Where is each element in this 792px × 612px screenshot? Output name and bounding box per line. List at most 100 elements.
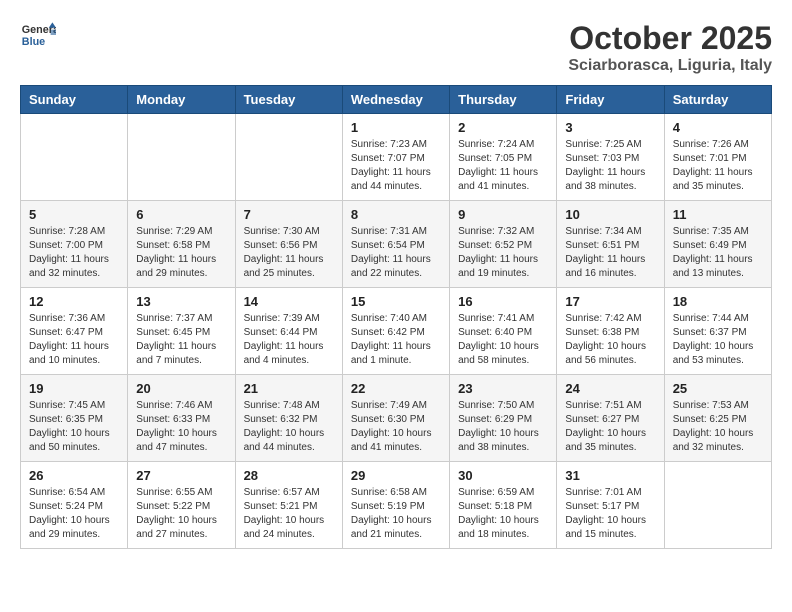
- calendar-cell: 23 Sunrise: 7:50 AM Sunset: 6:29 PM Dayli…: [450, 375, 557, 462]
- weekday-header-tuesday: Tuesday: [235, 86, 342, 114]
- calendar-cell: 4Sunrise: 7:26 AM Sunset: 7:01 PM Daylig…: [664, 114, 771, 201]
- day-number: 22: [351, 381, 441, 396]
- calendar-cell: 10Sunrise: 7:34 AM Sunset: 6:51 PM Dayli…: [557, 201, 664, 288]
- day-info: Sunrise: 6:54 AM Sunset: 5:24 PM Dayligh…: [29, 486, 119, 542]
- day-info: Sunrise: 7:48 AM Sunset: 6:32 PM Dayligh…: [244, 399, 334, 455]
- day-info: Sunrise: 7:39 AM Sunset: 6:44 PM Dayligh…: [244, 312, 334, 368]
- calendar-cell: 3Sunrise: 7:25 AM Sunset: 7:03 PM Daylig…: [557, 114, 664, 201]
- day-info: Sunrise: 7:23 AM Sunset: 7:07 PM Dayligh…: [351, 138, 441, 194]
- calendar-cell: 28 Sunrise: 6:57 AM Sunset: 5:21 PM Dayli…: [235, 462, 342, 549]
- calendar-cell: [128, 114, 235, 201]
- day-info: Sunrise: 7:37 AM Sunset: 6:45 PM Dayligh…: [136, 312, 226, 368]
- day-number: 2: [458, 120, 548, 135]
- day-info: Sunrise: 7:42 AM Sunset: 6:38 PM Dayligh…: [565, 312, 655, 368]
- calendar-table: SundayMondayTuesdayWednesdayThursdayFrid…: [20, 85, 772, 549]
- calendar-cell: [235, 114, 342, 201]
- day-info: Sunrise: 6:58 AM Sunset: 5:19 PM Dayligh…: [351, 486, 441, 542]
- day-number: 11: [673, 207, 763, 222]
- day-info: Sunrise: 7:50 AM Sunset: 6:29 PM Dayligh…: [458, 399, 548, 455]
- weekday-header-thursday: Thursday: [450, 86, 557, 114]
- day-number: 24: [565, 381, 655, 396]
- day-number: 16: [458, 294, 548, 309]
- day-info: Sunrise: 7:24 AM Sunset: 7:05 PM Dayligh…: [458, 138, 548, 194]
- day-number: 26: [29, 468, 119, 483]
- calendar-cell: 9 Sunrise: 7:32 AM Sunset: 6:52 PM Daylig…: [450, 201, 557, 288]
- calendar-cell: 16Sunrise: 7:41 AM Sunset: 6:40 PM Dayli…: [450, 288, 557, 375]
- day-number: 4: [673, 120, 763, 135]
- calendar-cell: 27 Sunrise: 6:55 AM Sunset: 5:22 PM Dayli…: [128, 462, 235, 549]
- day-info: Sunrise: 7:49 AM Sunset: 6:30 PM Dayligh…: [351, 399, 441, 455]
- day-info: Sunrise: 7:35 AM Sunset: 6:49 PM Dayligh…: [673, 225, 763, 281]
- weekday-header-saturday: Saturday: [664, 86, 771, 114]
- calendar-cell: 11 Sunrise: 7:35 AM Sunset: 6:49 PM Dayli…: [664, 201, 771, 288]
- location-subtitle: Sciarborasca, Liguria, Italy: [568, 57, 772, 75]
- calendar-cell: [664, 462, 771, 549]
- calendar-week-1: 1 Sunrise: 7:23 AM Sunset: 7:07 PM Daylig…: [21, 114, 772, 201]
- month-title: October 2025: [568, 20, 772, 57]
- day-number: 1: [351, 120, 441, 135]
- logo: General Blue: [20, 20, 56, 50]
- day-info: Sunrise: 6:55 AM Sunset: 5:22 PM Dayligh…: [136, 486, 226, 542]
- calendar-week-4: 19 Sunrise: 7:45 AM Sunset: 6:35 PM Dayli…: [21, 375, 772, 462]
- day-info: Sunrise: 7:45 AM Sunset: 6:35 PM Dayligh…: [29, 399, 119, 455]
- day-number: 28: [244, 468, 334, 483]
- day-info: Sunrise: 7:31 AM Sunset: 6:54 PM Dayligh…: [351, 225, 441, 281]
- day-info: Sunrise: 7:29 AM Sunset: 6:58 PM Dayligh…: [136, 225, 226, 281]
- calendar-cell: 1 Sunrise: 7:23 AM Sunset: 7:07 PM Daylig…: [342, 114, 449, 201]
- day-info: Sunrise: 7:28 AM Sunset: 7:00 PM Dayligh…: [29, 225, 119, 281]
- day-number: 31: [565, 468, 655, 483]
- calendar-cell: 8Sunrise: 7:31 AM Sunset: 6:54 PM Daylig…: [342, 201, 449, 288]
- day-number: 14: [244, 294, 334, 309]
- day-number: 7: [244, 207, 334, 222]
- calendar-cell: 26 Sunrise: 6:54 AM Sunset: 5:24 PM Dayli…: [21, 462, 128, 549]
- day-number: 10: [565, 207, 655, 222]
- weekday-header-sunday: Sunday: [21, 86, 128, 114]
- calendar-cell: 24Sunrise: 7:51 AM Sunset: 6:27 PM Dayli…: [557, 375, 664, 462]
- day-number: 5: [29, 207, 119, 222]
- day-info: Sunrise: 6:57 AM Sunset: 5:21 PM Dayligh…: [244, 486, 334, 542]
- weekday-header-wednesday: Wednesday: [342, 86, 449, 114]
- calendar-cell: 20 Sunrise: 7:46 AM Sunset: 6:33 PM Dayli…: [128, 375, 235, 462]
- day-number: 12: [29, 294, 119, 309]
- day-number: 19: [29, 381, 119, 396]
- day-number: 9: [458, 207, 548, 222]
- day-number: 15: [351, 294, 441, 309]
- logo-icon: General Blue: [20, 20, 56, 50]
- day-number: 23: [458, 381, 548, 396]
- day-info: Sunrise: 7:46 AM Sunset: 6:33 PM Dayligh…: [136, 399, 226, 455]
- day-number: 21: [244, 381, 334, 396]
- title-area: October 2025 Sciarborasca, Liguria, Ital…: [568, 20, 772, 75]
- weekday-header-friday: Friday: [557, 86, 664, 114]
- day-number: 27: [136, 468, 226, 483]
- calendar-cell: [21, 114, 128, 201]
- calendar-cell: 7Sunrise: 7:30 AM Sunset: 6:56 PM Daylig…: [235, 201, 342, 288]
- calendar-cell: 5 Sunrise: 7:28 AM Sunset: 7:00 PM Daylig…: [21, 201, 128, 288]
- calendar-week-5: 26 Sunrise: 6:54 AM Sunset: 5:24 PM Dayli…: [21, 462, 772, 549]
- calendar-cell: 21 Sunrise: 7:48 AM Sunset: 6:32 PM Dayli…: [235, 375, 342, 462]
- calendar-cell: 13 Sunrise: 7:37 AM Sunset: 6:45 PM Dayli…: [128, 288, 235, 375]
- calendar-cell: 2 Sunrise: 7:24 AM Sunset: 7:05 PM Daylig…: [450, 114, 557, 201]
- svg-text:Blue: Blue: [22, 36, 45, 48]
- day-info: Sunrise: 7:32 AM Sunset: 6:52 PM Dayligh…: [458, 225, 548, 281]
- day-number: 13: [136, 294, 226, 309]
- day-info: Sunrise: 7:40 AM Sunset: 6:42 PM Dayligh…: [351, 312, 441, 368]
- day-number: 30: [458, 468, 548, 483]
- day-info: Sunrise: 7:44 AM Sunset: 6:37 PM Dayligh…: [673, 312, 763, 368]
- day-info: Sunrise: 7:53 AM Sunset: 6:25 PM Dayligh…: [673, 399, 763, 455]
- calendar-cell: 25Sunrise: 7:53 AM Sunset: 6:25 PM Dayli…: [664, 375, 771, 462]
- day-info: Sunrise: 7:01 AM Sunset: 5:17 PM Dayligh…: [565, 486, 655, 542]
- calendar-cell: 18 Sunrise: 7:44 AM Sunset: 6:37 PM Dayli…: [664, 288, 771, 375]
- day-number: 20: [136, 381, 226, 396]
- page-header: General Blue October 2025 Sciarborasca, …: [20, 20, 772, 75]
- day-info: Sunrise: 7:36 AM Sunset: 6:47 PM Dayligh…: [29, 312, 119, 368]
- calendar-cell: 31 Sunrise: 7:01 AM Sunset: 5:17 PM Dayli…: [557, 462, 664, 549]
- calendar-cell: 22 Sunrise: 7:49 AM Sunset: 6:30 PM Dayli…: [342, 375, 449, 462]
- day-number: 18: [673, 294, 763, 309]
- calendar-cell: 30Sunrise: 6:59 AM Sunset: 5:18 PM Dayli…: [450, 462, 557, 549]
- calendar-week-2: 5 Sunrise: 7:28 AM Sunset: 7:00 PM Daylig…: [21, 201, 772, 288]
- weekday-header-monday: Monday: [128, 86, 235, 114]
- day-number: 17: [565, 294, 655, 309]
- calendar-cell: 14 Sunrise: 7:39 AM Sunset: 6:44 PM Dayli…: [235, 288, 342, 375]
- calendar-cell: 19 Sunrise: 7:45 AM Sunset: 6:35 PM Dayli…: [21, 375, 128, 462]
- calendar-cell: 29Sunrise: 6:58 AM Sunset: 5:19 PM Dayli…: [342, 462, 449, 549]
